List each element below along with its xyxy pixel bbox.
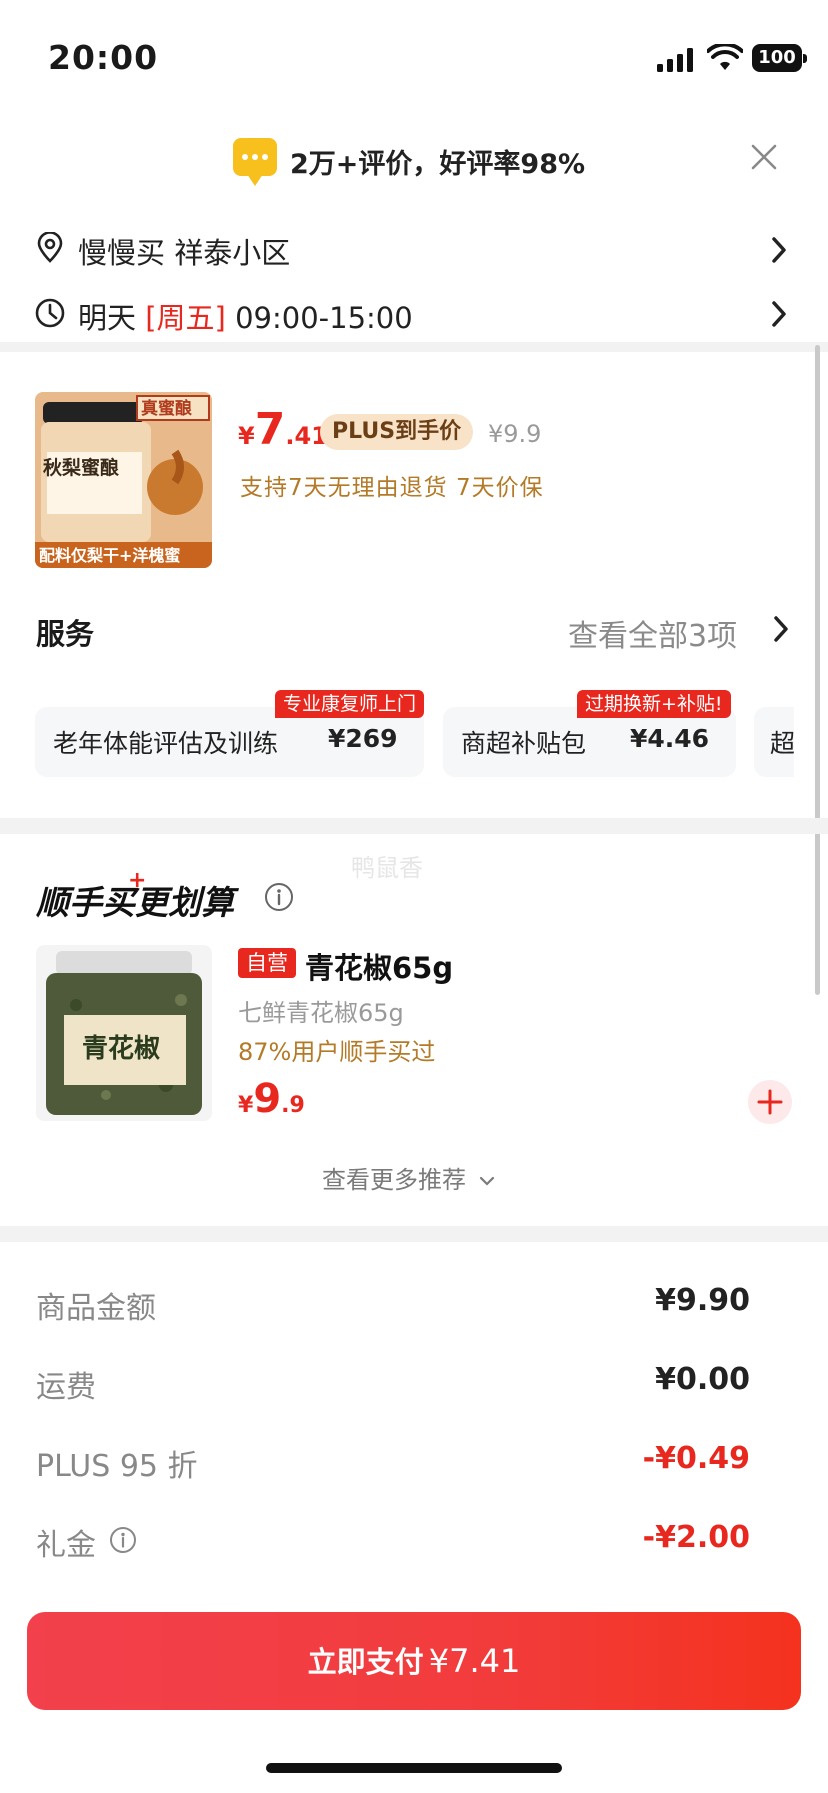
summary-label: PLUS 95 折 xyxy=(36,1449,198,1484)
recommend-product-sub: 七鲜青花椒65g xyxy=(238,999,404,1027)
recommend-bought-rate: 87%用户顺手买过 xyxy=(238,1038,436,1066)
plus-price-tag: PLUS到手价 xyxy=(320,414,474,450)
pay-amount: ¥7.41 xyxy=(428,1642,521,1680)
section-divider xyxy=(0,818,828,834)
add-to-order-button[interactable] xyxy=(748,1080,792,1124)
summary-value: ¥0.00 xyxy=(655,1362,750,1397)
pay-now-button[interactable]: 立即支付 ¥7.41 xyxy=(27,1612,801,1710)
view-more-label: 查看更多推荐 xyxy=(322,1166,466,1194)
product-image-caption-bottom: 配料仅梨干+洋槐蜜 xyxy=(39,546,180,565)
product-image[interactable]: 秋梨蜜酿 真蜜酿 配料仅梨干+洋槐蜜 xyxy=(35,392,212,568)
delivery-window: 09:00-15:00 xyxy=(235,301,413,335)
chevron-right-icon xyxy=(772,237,786,263)
view-more-recommend[interactable]: 查看更多推荐 xyxy=(322,1160,496,1195)
home-indicator[interactable] xyxy=(266,1763,562,1773)
summary-value: ¥9.90 xyxy=(655,1283,750,1318)
summary-label: 商品金额 xyxy=(36,1291,156,1326)
product-image-caption-top: 真蜜酿 xyxy=(141,398,192,419)
recommend-product-name[interactable]: 青花椒65g xyxy=(305,945,453,987)
chevron-down-icon xyxy=(479,1176,494,1186)
recommend-image-label: 青花椒 xyxy=(82,1034,160,1064)
battery-icon: 100 xyxy=(752,44,807,72)
services-title: 服务 xyxy=(36,617,95,651)
watermark: 鸭鼠香 xyxy=(351,854,423,882)
services-view-all[interactable]: 查看全部3项 xyxy=(568,611,737,655)
order-checkout-screen: { "status_bar": { "time": "20:00", "batt… xyxy=(0,0,828,1793)
delivery-weekday: [周五] xyxy=(145,301,226,335)
wifi-icon xyxy=(707,44,743,70)
service-badge: 专业康复师上门 xyxy=(275,690,425,718)
self-operated-tag: 自营 xyxy=(238,948,296,978)
price-int: 7 xyxy=(254,404,286,455)
price-int: 9 xyxy=(253,1076,282,1122)
service-name: 老年体能评估及训练 xyxy=(53,729,279,758)
chat-bubble-icon xyxy=(233,138,277,186)
summary-value: -¥0.49 xyxy=(642,1441,750,1476)
plus-mark-icon: + xyxy=(128,868,147,893)
service-name: 超 xyxy=(770,729,794,758)
delivery-time: 明天 [周五] 09:00-15:00 xyxy=(78,295,413,337)
cellular-signal-icon xyxy=(657,48,693,72)
scrollbar[interactable] xyxy=(815,345,820,995)
review-summary: 2万+评价，好评率98% xyxy=(290,149,586,180)
recommend-price: ¥9.9 xyxy=(238,1076,305,1122)
delivery-day: 明天 xyxy=(78,301,137,335)
price-dec: .9 xyxy=(281,1093,305,1118)
chevron-right-icon xyxy=(772,301,786,327)
chevron-right-icon[interactable] xyxy=(771,614,791,644)
summary-label: 运费 xyxy=(36,1370,96,1405)
clock-icon xyxy=(35,298,65,328)
return-policy: 支持7天无理由退货 7天价保 xyxy=(240,475,544,501)
service-name: 商超补贴包 xyxy=(461,729,587,758)
section-divider xyxy=(0,1226,828,1242)
service-price: ¥4.46 xyxy=(630,724,710,753)
original-price: ¥9.9 xyxy=(488,420,542,448)
info-icon[interactable] xyxy=(108,1525,138,1555)
location-pin-icon xyxy=(37,232,63,263)
summary-label: 礼金 xyxy=(36,1528,96,1563)
delivery-address: 慢慢买 祥泰小区 xyxy=(78,236,291,270)
close-icon[interactable] xyxy=(748,141,780,173)
product-price: ¥7.41 xyxy=(238,404,328,455)
recommend-product-image[interactable]: 青花椒 xyxy=(36,945,212,1121)
pay-label: 立即支付 xyxy=(307,1645,424,1679)
price-currency: ¥ xyxy=(238,1093,254,1118)
price-currency: ¥ xyxy=(238,422,255,450)
summary-value: -¥2.00 xyxy=(642,1520,750,1555)
product-image-title: 秋梨蜜酿 xyxy=(43,456,120,479)
plus-icon xyxy=(757,1089,783,1115)
service-price: ¥269 xyxy=(328,724,398,753)
info-icon[interactable] xyxy=(263,881,295,913)
section-divider xyxy=(0,342,828,352)
status-time: 20:00 xyxy=(48,38,159,77)
service-badge: 过期换新+补贴! xyxy=(577,690,731,718)
